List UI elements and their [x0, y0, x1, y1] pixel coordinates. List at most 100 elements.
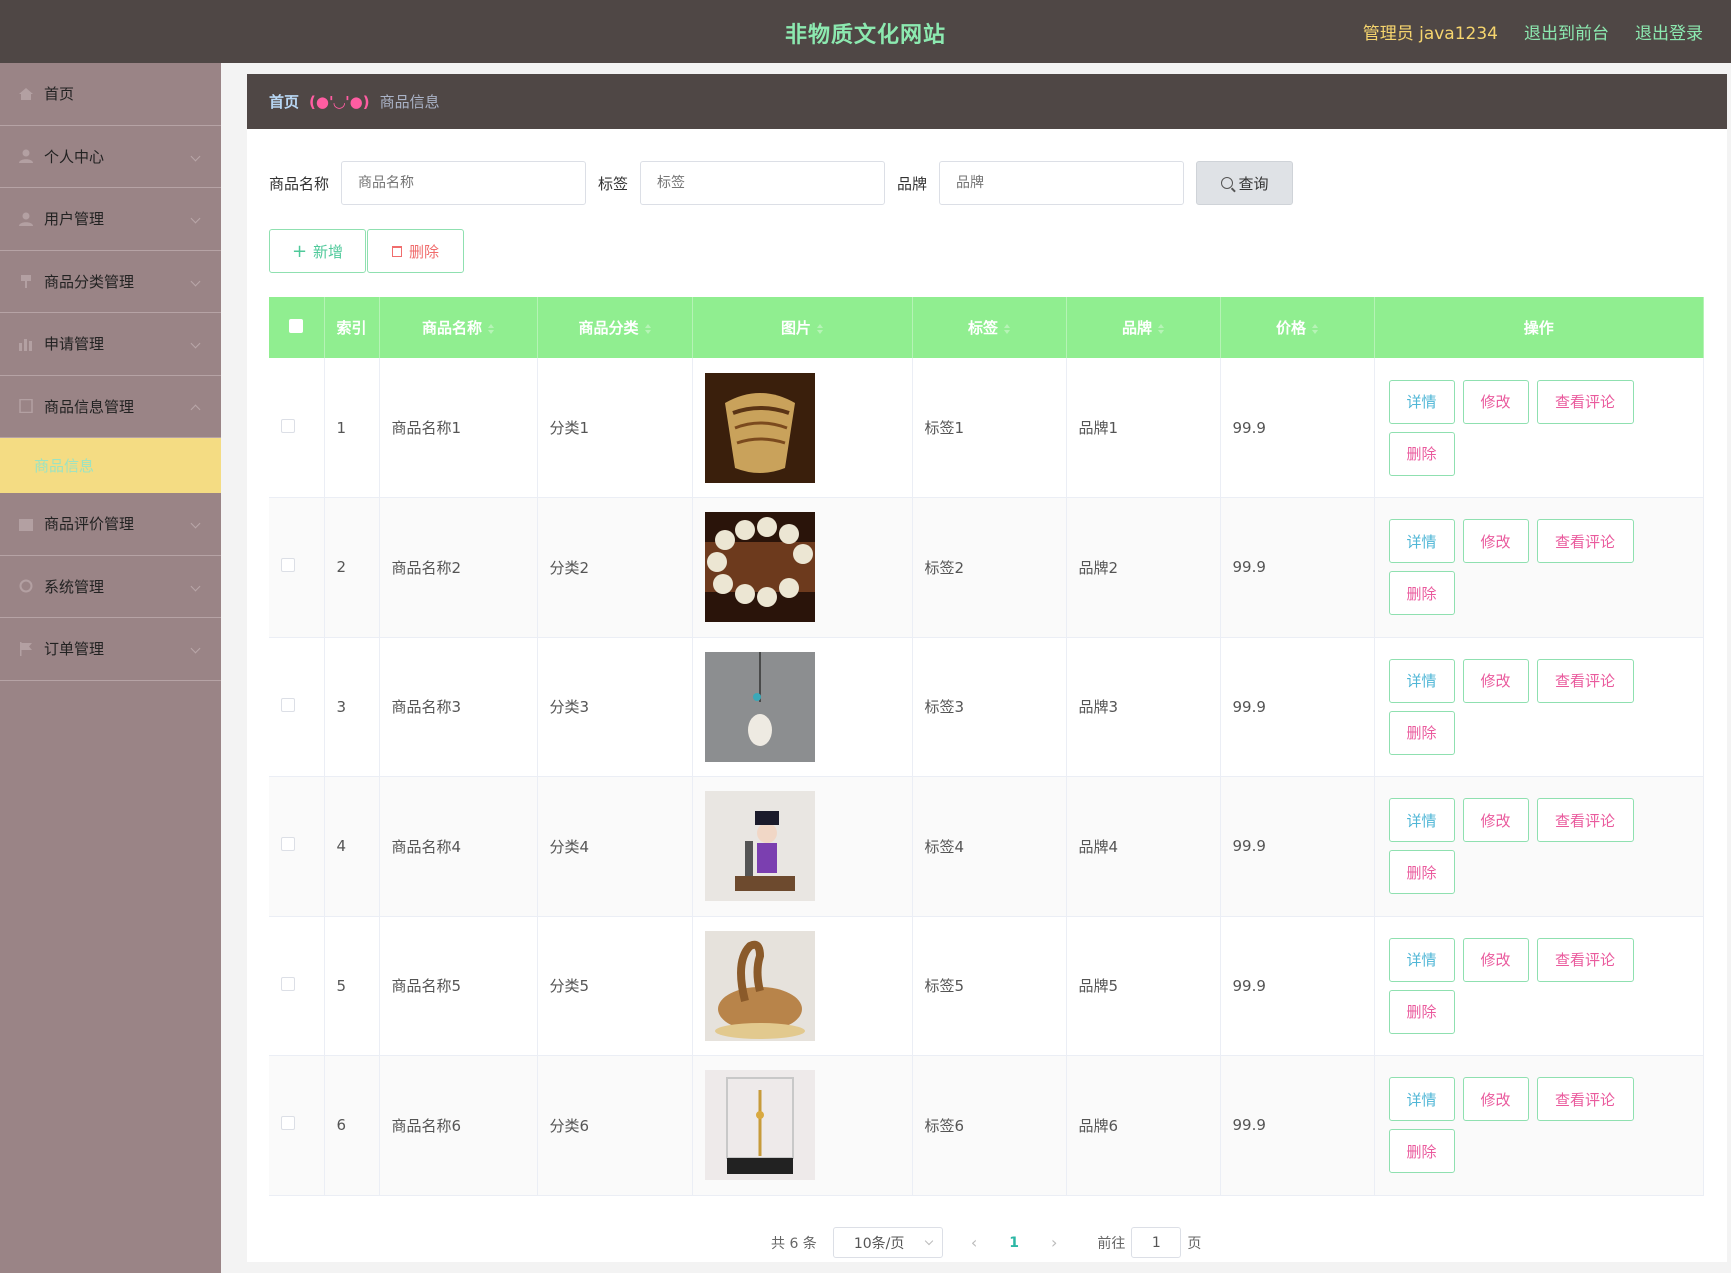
exit-to-front-link[interactable]: 退出到前台 [1524, 19, 1609, 44]
table-body: 1 商品名称1 分类1 标签1 品牌1 99.9 详情 修改 查看评论 删除 2 商品名称2 分类2 标签… [269, 358, 1704, 1196]
chevron-up-icon [190, 404, 201, 414]
detail-button[interactable]: 详情 [1388, 658, 1455, 703]
cell-price: 99.9 [1220, 358, 1375, 498]
chevron-down-icon [190, 276, 201, 286]
table-row[interactable]: 6 商品名称6 分类6 标签6 品牌6 99.9 详情 修改 查看评论 删除 [269, 1055, 1704, 1196]
product-image-basket [704, 372, 815, 483]
edit-button[interactable]: 修改 [1462, 519, 1529, 564]
product-image-bead-bracelet [704, 512, 815, 623]
detail-button[interactable]: 详情 [1388, 798, 1455, 843]
detail-button[interactable]: 详情 [1388, 519, 1455, 564]
product-image-swan-basket [704, 930, 815, 1041]
view-reviews-button[interactable]: 查看评论 [1536, 798, 1634, 843]
detail-button[interactable]: 详情 [1388, 1077, 1455, 1122]
row-checkbox[interactable] [281, 558, 295, 573]
sidebar-subitem-product-info[interactable]: 商品信息 [0, 438, 221, 493]
edit-button[interactable]: 修改 [1462, 658, 1529, 703]
table-row[interactable]: 1 商品名称1 分类1 标签1 品牌1 99.9 详情 修改 查看评论 删除 [269, 358, 1704, 498]
table-header-row: 索引 商品名称 商品分类 图片 标签 品牌 价格 操作 [269, 297, 1704, 358]
table-row[interactable]: 5 商品名称5 分类5 标签5 品牌5 99.9 详情 修改 查看评论 删除 [269, 916, 1704, 1056]
table-row[interactable]: 3 商品名称3 分类3 标签3 品牌3 99.9 详情 修改 查看评论 删除 [269, 637, 1704, 777]
view-reviews-button[interactable]: 查看评论 [1536, 937, 1634, 982]
sidebar-item-home[interactable]: 首页 [0, 63, 221, 126]
page-size-select[interactable]: 10条/页 [832, 1227, 943, 1258]
sidebar-item-label: 首页 [44, 85, 75, 104]
delete-button[interactable]: 删除 [1388, 571, 1455, 616]
view-reviews-button[interactable]: 查看评论 [1536, 519, 1634, 564]
edit-button[interactable]: 修改 [1462, 1077, 1529, 1122]
page-number-current[interactable]: 1 [1009, 1235, 1019, 1251]
table-row[interactable]: 2 商品名称2 分类2 标签2 品牌2 99.9 详情 修改 查看评论 删除 [269, 497, 1704, 638]
cell-price: 99.9 [1220, 916, 1375, 1056]
sidebar-item-category-management[interactable]: 商品分类管理 [0, 251, 221, 313]
row-checkbox[interactable] [281, 1116, 295, 1131]
cell-category: 分类2 [537, 497, 693, 638]
batch-delete-button[interactable]: 删除 [367, 229, 464, 273]
sidebar-item-user-management[interactable]: 用户管理 [0, 188, 221, 251]
chevron-down-icon [190, 581, 201, 591]
view-reviews-button[interactable]: 查看评论 [1536, 379, 1634, 424]
edit-button[interactable]: 修改 [1462, 798, 1529, 843]
row-checkbox[interactable] [281, 976, 295, 991]
column-header-price[interactable]: 价格 [1220, 297, 1375, 358]
column-header-image[interactable]: 图片 [692, 297, 913, 358]
view-reviews-button[interactable]: 查看评论 [1536, 1077, 1634, 1122]
cell-tag: 标签5 [912, 916, 1067, 1056]
cell-product-name: 商品名称3 [379, 637, 538, 777]
delete-button[interactable]: 删除 [1388, 431, 1455, 476]
delete-button[interactable]: 删除 [1388, 850, 1455, 895]
row-checkbox[interactable] [281, 837, 295, 852]
cell-actions: 详情 修改 查看评论删除 [1374, 916, 1704, 1056]
prev-page-icon[interactable]: ‹ [971, 1233, 977, 1252]
batch-delete-label: 删除 [408, 242, 439, 261]
tag-input[interactable] [640, 161, 886, 205]
search-icon [1220, 177, 1233, 189]
breadcrumb-separator: (●'◡'●) [309, 92, 370, 111]
detail-button[interactable]: 详情 [1388, 379, 1455, 424]
column-header-name[interactable]: 商品名称 [379, 297, 538, 358]
product-image-glass-case [704, 1070, 815, 1181]
row-checkbox[interactable] [281, 418, 295, 433]
breadcrumb-home[interactable]: 首页 [269, 91, 299, 112]
row-checkbox[interactable] [281, 697, 295, 712]
detail-button[interactable]: 详情 [1388, 937, 1455, 982]
delete-button[interactable]: 删除 [1388, 989, 1455, 1034]
pagination-total: 共 6 条 [771, 1235, 817, 1252]
cell-tag: 标签6 [912, 1055, 1067, 1196]
column-header-category[interactable]: 商品分类 [537, 297, 693, 358]
select-all-cell [269, 297, 325, 358]
cell-brand: 品牌1 [1066, 358, 1221, 498]
sort-icon [1158, 323, 1164, 334]
product-name-input[interactable] [341, 161, 587, 205]
cell-image [692, 776, 913, 917]
cell-index: 2 [324, 497, 380, 638]
next-page-icon[interactable]: › [1051, 1233, 1057, 1252]
column-header-brand[interactable]: 品牌 [1066, 297, 1221, 358]
edit-button[interactable]: 修改 [1462, 379, 1529, 424]
cell-brand: 品牌2 [1066, 497, 1221, 638]
sidebar-item-personal-center[interactable]: 个人中心 [0, 126, 221, 188]
sidebar-item-product-info-management[interactable]: 商品信息管理 [0, 376, 221, 438]
add-button[interactable]: + 新增 [269, 229, 366, 273]
sort-icon [817, 323, 823, 334]
view-reviews-button[interactable]: 查看评论 [1536, 658, 1634, 703]
cell-product-name: 商品名称1 [379, 358, 538, 498]
sidebar-item-review-management[interactable]: 商品评价管理 [0, 493, 221, 556]
row-checkbox-cell [269, 497, 325, 638]
table-row[interactable]: 4 商品名称4 分类4 标签4 品牌4 99.9 详情 修改 查看评论 删除 [269, 776, 1704, 917]
product-image-pendant [704, 651, 815, 762]
select-all-checkbox[interactable] [289, 318, 304, 333]
delete-button[interactable]: 删除 [1388, 1129, 1455, 1174]
pagination: 共 6 条 10条/页 ‹ 1 › 前往 1 页 [771, 1227, 1201, 1258]
sidebar-item-application-management[interactable]: 申请管理 [0, 313, 221, 376]
edit-button[interactable]: 修改 [1462, 937, 1529, 982]
brand-input[interactable] [939, 161, 1185, 205]
sidebar-item-system-management[interactable]: 系统管理 [0, 556, 221, 618]
search-button[interactable]: 查询 [1196, 161, 1294, 205]
logout-link[interactable]: 退出登录 [1635, 19, 1703, 44]
goto-page-input[interactable]: 1 [1131, 1227, 1182, 1258]
sidebar-item-order-management[interactable]: 订单管理 [0, 618, 221, 681]
column-header-tag[interactable]: 标签 [912, 297, 1067, 358]
chevron-down-icon [190, 643, 201, 654]
delete-button[interactable]: 删除 [1388, 710, 1455, 755]
